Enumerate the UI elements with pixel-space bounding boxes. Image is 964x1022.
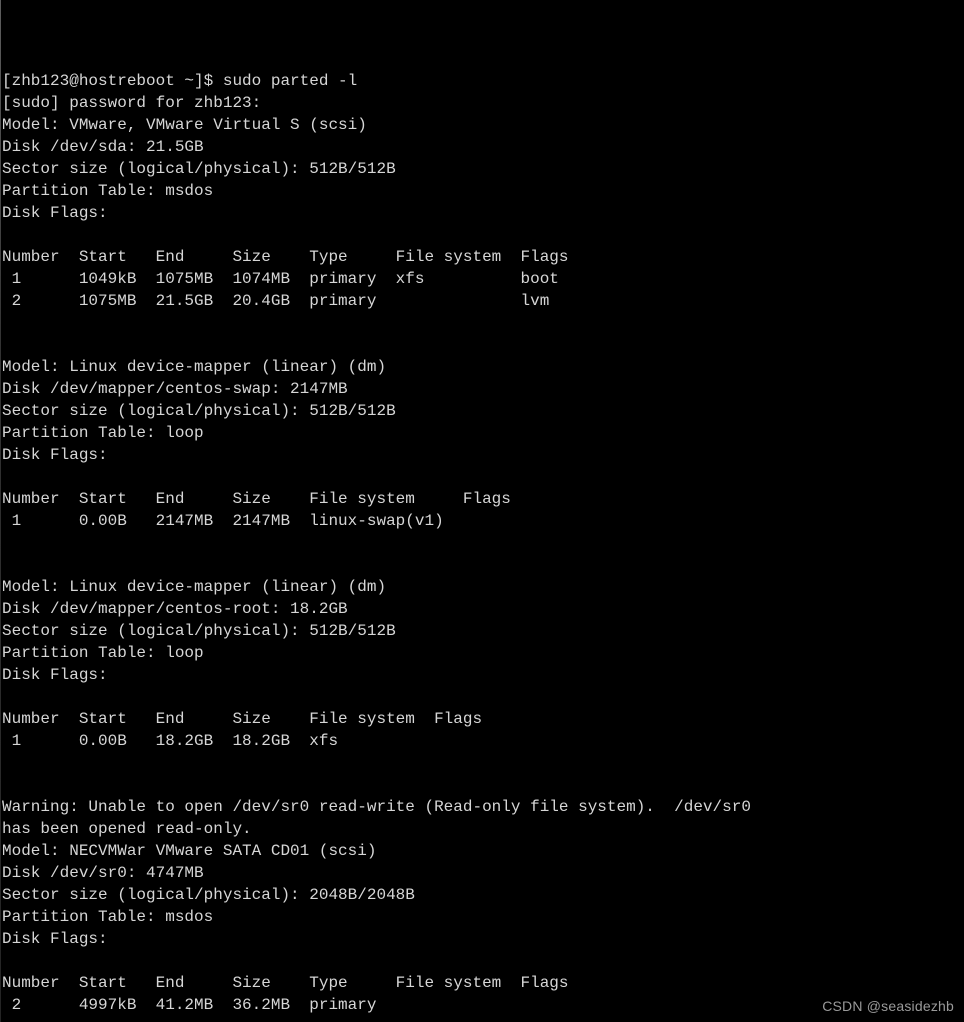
terminal-line: Disk Flags: [2,204,108,222]
terminal-line: 1 1049kB 1075MB 1074MB primary xfs boot [2,270,559,288]
terminal-line: Disk Flags: [2,666,108,684]
terminal-line: Model: Linux device-mapper (linear) (dm) [2,358,387,376]
terminal-scrollback: [zhb123@hostreboot ~]$ sudo parted -l [su… [2,70,964,1022]
terminal-line: Partition Table: loop [2,424,204,442]
terminal-line: [zhb123@hostreboot ~]$ sudo parted -l [2,72,358,90]
terminal-line: 1 0.00B 18.2GB 18.2GB xfs [2,732,339,750]
terminal-line: Disk /dev/sda: 21.5GB [2,138,204,156]
terminal-output-area[interactable]: [zhb123@hostreboot ~]$ sudo parted -l [su… [2,4,964,1022]
terminal-line: Sector size (logical/physical): 512B/512… [2,622,396,640]
terminal-line: Sector size (logical/physical): 512B/512… [2,160,396,178]
terminal-line: Model: VMware, VMware Virtual S (scsi) [2,116,367,134]
terminal-window[interactable]: [zhb123@hostreboot ~]$ sudo parted -l [su… [0,0,964,1022]
terminal-line: Number Start End Size Type File system F… [2,974,569,992]
terminal-line: [sudo] password for zhb123: [2,94,262,112]
terminal-line: Partition Table: msdos [2,182,214,200]
terminal-line: Disk Flags: [2,930,108,948]
terminal-line: Sector size (logical/physical): 2048B/20… [2,886,415,904]
terminal-line: Model: Linux device-mapper (linear) (dm) [2,578,387,596]
terminal-line: 2 1075MB 21.5GB 20.4GB primary lvm [2,292,550,310]
terminal-line: Model: NECVMWar VMware SATA CD01 (scsi) [2,842,377,860]
terminal-line: Disk /dev/mapper/centos-root: 18.2GB [2,600,348,618]
terminal-line: Disk /dev/sr0: 4747MB [2,864,204,882]
terminal-line: 1 0.00B 2147MB 2147MB linux-swap(v1) [2,512,444,530]
terminal-line: Partition Table: loop [2,644,204,662]
watermark-label: CSDN @seasidezhb [822,998,954,1014]
terminal-line: Number Start End Size Type File system F… [2,248,569,266]
terminal-line: Number Start End Size File system Flags [2,710,483,728]
terminal-line: Warning: Unable to open /dev/sr0 read-wr… [2,798,751,816]
terminal-line: Partition Table: msdos [2,908,214,926]
terminal-line: 2 4997kB 41.2MB 36.2MB primary [2,996,377,1014]
terminal-line: Number Start End Size File system Flags [2,490,511,508]
terminal-line: Disk /dev/mapper/centos-swap: 2147MB [2,380,348,398]
terminal-line: Sector size (logical/physical): 512B/512… [2,402,396,420]
terminal-line: Disk Flags: [2,446,108,464]
terminal-line: has been opened read-only. [2,820,252,838]
